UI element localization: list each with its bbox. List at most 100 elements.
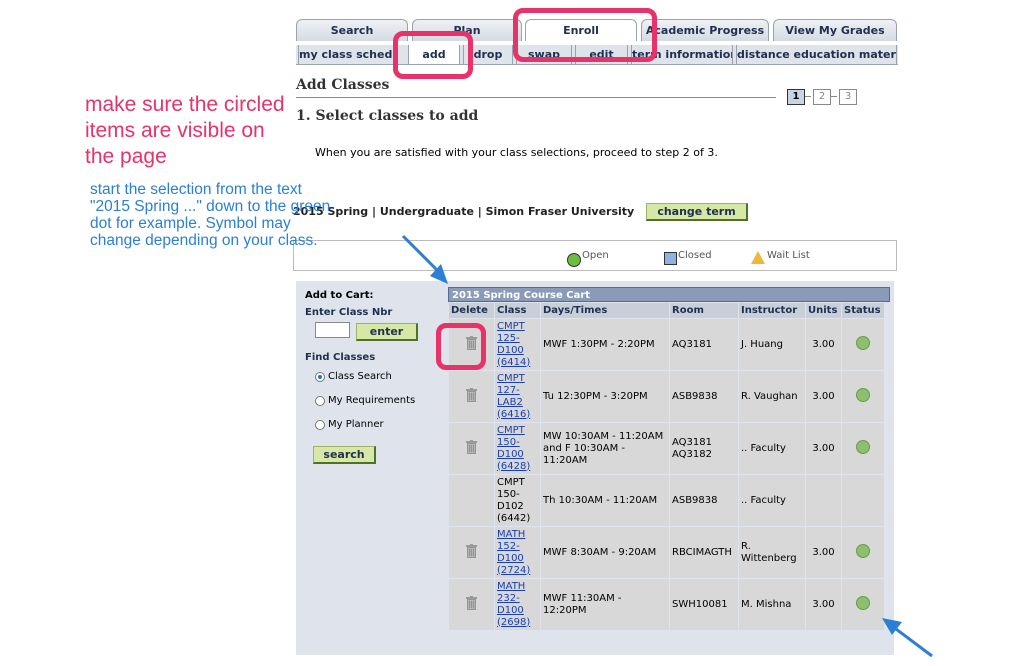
class-id-line[interactable]: CMPT — [497, 321, 538, 333]
days-times-cell: Th 10:30AM - 11:20AM — [541, 475, 669, 526]
delete-cell — [449, 475, 494, 526]
cart-row: CMPT 127- LAB2 (6416) Tu 12:30PM - 3:20PM ASB… — [449, 371, 884, 422]
my-planner-label: My Planner — [328, 419, 384, 430]
class-id-line[interactable]: D100 — [497, 449, 538, 461]
instructor-cell: .. Faculty — [739, 475, 805, 526]
step-connector — [805, 96, 811, 97]
status-cell — [842, 423, 884, 474]
step-3-indicator: 3 — [839, 89, 857, 105]
instructor-cell: R. Wittenberg — [739, 527, 805, 578]
enter-class-nbr-label: Enter Class Nbr — [305, 307, 393, 318]
class-id-line[interactable]: 152- — [497, 541, 538, 553]
step-2-indicator: 2 — [813, 89, 831, 105]
delete-cell — [449, 527, 494, 578]
delete-cell — [449, 371, 494, 422]
class-id-line[interactable]: D100 — [497, 553, 538, 565]
open-status-icon — [567, 253, 581, 267]
status-cell — [842, 371, 884, 422]
class-id-line: 150- — [497, 488, 520, 500]
my-requirements-radio[interactable] — [315, 396, 325, 406]
add-to-cart-label: Add to Cart: — [305, 290, 374, 301]
days-times-cell: MWF 1:30PM - 2:20PM — [541, 319, 669, 370]
units-cell: 3.00 — [806, 579, 841, 630]
class-id-line[interactable]: CMPT — [497, 373, 538, 385]
class-id-line[interactable]: CMPT — [497, 425, 538, 437]
room-cell: RBCIMAGTH — [670, 527, 738, 578]
units-cell: 3.00 — [806, 423, 841, 474]
class-id-line[interactable]: LAB2 — [497, 397, 538, 409]
trash-icon-highlight — [436, 323, 486, 370]
units-cell: 3.00 — [806, 319, 841, 370]
class-cell: MATH 152- D100 (2724) — [495, 527, 540, 578]
class-id-line[interactable]: MATH — [497, 529, 538, 541]
class-id-line: (6442) — [497, 512, 531, 524]
units-cell: 3.00 — [806, 527, 841, 578]
change-term-button[interactable]: change term — [646, 203, 748, 221]
legend-wait-label: Wait List — [767, 250, 810, 261]
class-cell: CMPT 150- D102 (6442) — [495, 475, 540, 526]
class-id-line[interactable]: 232- — [497, 593, 538, 605]
days-times-cell: MWF 11:30AM - 12:20PM — [541, 579, 669, 630]
class-id-line[interactable]: D100 — [497, 345, 538, 357]
delete-cell — [449, 423, 494, 474]
cart-row: CMPT 125- D100 (6414) MWF 1:30PM - 2:20PM AQ3… — [449, 319, 884, 370]
class-id-line[interactable]: (6428) — [497, 461, 538, 473]
my-planner-radio[interactable] — [315, 420, 325, 430]
units-cell: 3.00 — [806, 371, 841, 422]
class-id-line[interactable]: 150- — [497, 437, 538, 449]
tab-view-my-grades[interactable]: View My Grades — [773, 19, 897, 41]
class-cell: CMPT 125- D100 (6414) — [495, 319, 540, 370]
wait-list-icon — [751, 251, 765, 264]
subtab-distance-education[interactable]: distance education materials — [736, 45, 897, 64]
add-tab-highlight — [393, 31, 473, 79]
units-cell — [806, 475, 841, 526]
status-cell — [842, 475, 884, 526]
class-cell: MATH 232- D100 (2698) — [495, 579, 540, 630]
col-instructor: Instructor — [739, 303, 805, 318]
class-id-line[interactable]: (2698) — [497, 617, 538, 629]
days-times-cell: MWF 8:30AM - 9:20AM — [541, 527, 669, 578]
instructor-cell: M. Mishna — [739, 579, 805, 630]
open-status-dot-icon — [856, 388, 870, 402]
class-id-line[interactable]: (2724) — [497, 565, 538, 577]
legend-open-label: Open — [582, 250, 609, 261]
cart-row: MATH 152- D100 (2724) MWF 8:30AM - 9:20AM RBC… — [449, 527, 884, 578]
class-id-line[interactable]: (6416) — [497, 409, 538, 421]
trash-icon[interactable] — [466, 388, 477, 402]
tab-academic-progress[interactable]: Academic Progress — [641, 19, 769, 41]
course-cart-title: 2015 Spring Course Cart — [448, 287, 890, 302]
annotation-note-selection: start the selection from the text "2015 … — [90, 181, 331, 249]
col-units: Units — [806, 303, 841, 318]
class-id-line[interactable]: 125- — [497, 333, 538, 345]
cart-row: CMPT 150- D100 (6428) MW 10:30AM - 11:20AM a… — [449, 423, 884, 474]
find-classes-label: Find Classes — [305, 352, 376, 363]
trash-icon[interactable] — [466, 596, 477, 610]
class-search-radio[interactable] — [315, 372, 325, 382]
delete-cell — [449, 579, 494, 630]
page-title: Add Classes — [296, 77, 390, 93]
step-heading: 1. Select classes to add — [296, 108, 479, 124]
col-class: Class — [495, 303, 540, 318]
class-id-line[interactable]: MATH — [497, 581, 538, 593]
col-status: Status — [842, 303, 884, 318]
room-cell: SWH10081 — [670, 579, 738, 630]
closed-status-icon — [664, 252, 677, 265]
days-times-cell: Tu 12:30PM - 3:20PM — [541, 371, 669, 422]
tab-search[interactable]: Search — [296, 19, 408, 41]
trash-icon[interactable] — [466, 544, 477, 558]
class-cell: CMPT 127- LAB2 (6416) — [495, 371, 540, 422]
col-room: Room — [670, 303, 738, 318]
status-cell — [842, 319, 884, 370]
instructor-cell: J. Huang — [739, 319, 805, 370]
search-button[interactable]: search — [313, 446, 376, 464]
trash-icon[interactable] — [466, 440, 477, 454]
cart-row: CMPT 150- D102 (6442) Th 10:30AM - 11:20AM AS… — [449, 475, 884, 526]
title-divider — [296, 97, 776, 98]
enter-button[interactable]: enter — [356, 323, 418, 341]
class-id-line[interactable]: D100 — [497, 605, 538, 617]
step-instruction: When you are satisfied with your class s… — [315, 146, 718, 159]
class-nbr-input[interactable] — [315, 322, 350, 338]
subtab-my-class-schedule[interactable]: my class schedule — [298, 45, 395, 64]
class-id-line[interactable]: (6414) — [497, 357, 538, 369]
class-id-line[interactable]: 127- — [497, 385, 538, 397]
